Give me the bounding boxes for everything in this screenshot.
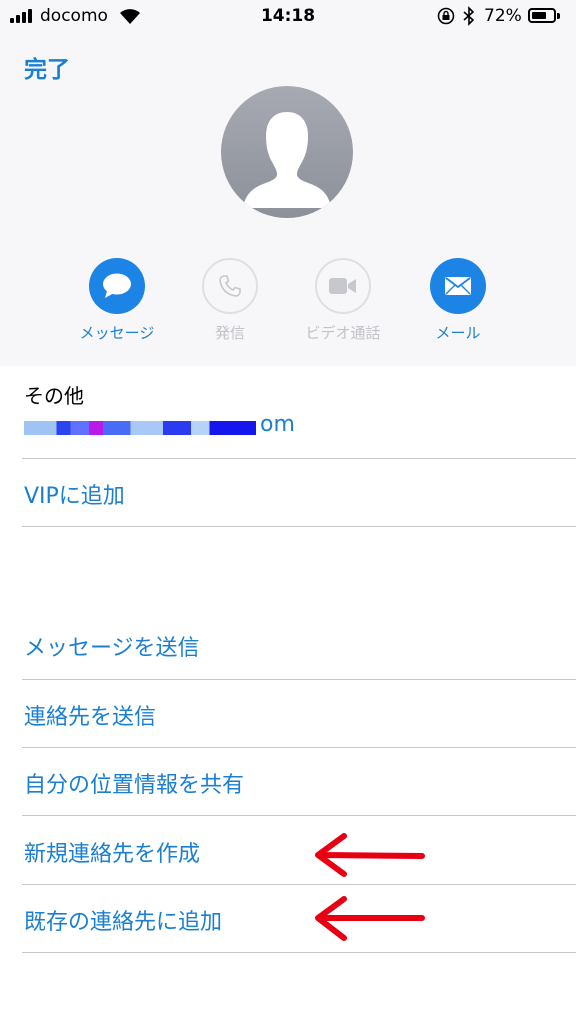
divider <box>22 884 576 885</box>
divider <box>22 952 576 953</box>
send-message-button[interactable]: メッセージを送信 <box>24 630 200 662</box>
divider <box>22 458 576 459</box>
send-contact-button[interactable]: 連絡先を送信 <box>24 699 156 731</box>
phone-icon <box>219 275 241 297</box>
divider <box>22 679 576 680</box>
video-camera-icon <box>329 278 356 294</box>
email-address-link[interactable]: om <box>24 412 295 442</box>
action-video[interactable]: ビデオ通話 <box>288 258 398 343</box>
email-section-label: その他 <box>24 384 84 408</box>
add-to-existing-contact-button[interactable]: 既存の連絡先に追加 <box>24 904 222 936</box>
action-label: 発信 <box>214 324 245 342</box>
annotation-arrow-icon <box>315 833 425 877</box>
envelope-icon <box>445 277 471 295</box>
action-label: メール <box>435 324 481 342</box>
action-mail[interactable]: メール <box>403 258 513 343</box>
battery-percent: 72% <box>484 6 522 26</box>
action-message[interactable]: メッセージ <box>62 258 172 343</box>
mail-button[interactable] <box>430 258 486 314</box>
battery-icon <box>528 8 560 23</box>
message-button[interactable] <box>89 258 145 314</box>
status-bar: docomo 14:18 72% <box>0 0 576 34</box>
create-new-contact-button[interactable]: 新規連絡先を作成 <box>24 836 200 868</box>
action-label: メッセージ <box>79 324 155 342</box>
bluetooth-icon <box>463 6 475 26</box>
video-call-button[interactable] <box>315 258 371 314</box>
share-location-button[interactable]: 自分の位置情報を共有 <box>24 767 244 799</box>
redacted-email-blur <box>24 421 256 435</box>
email-visible-suffix: om <box>260 412 295 437</box>
annotation-arrow-icon <box>315 896 425 941</box>
divider <box>22 747 576 748</box>
action-call[interactable]: 発信 <box>175 258 285 343</box>
call-button[interactable] <box>202 258 258 314</box>
divider <box>22 526 576 527</box>
divider <box>22 815 576 816</box>
done-button[interactable]: 完了 <box>24 50 70 84</box>
message-bubble-icon <box>103 273 131 298</box>
person-silhouette-icon <box>243 112 331 208</box>
action-label: ビデオ通話 <box>305 324 381 342</box>
add-to-vip-button[interactable]: VIPに追加 <box>24 478 125 510</box>
rotation-lock-icon <box>437 7 455 25</box>
avatar <box>221 86 353 218</box>
